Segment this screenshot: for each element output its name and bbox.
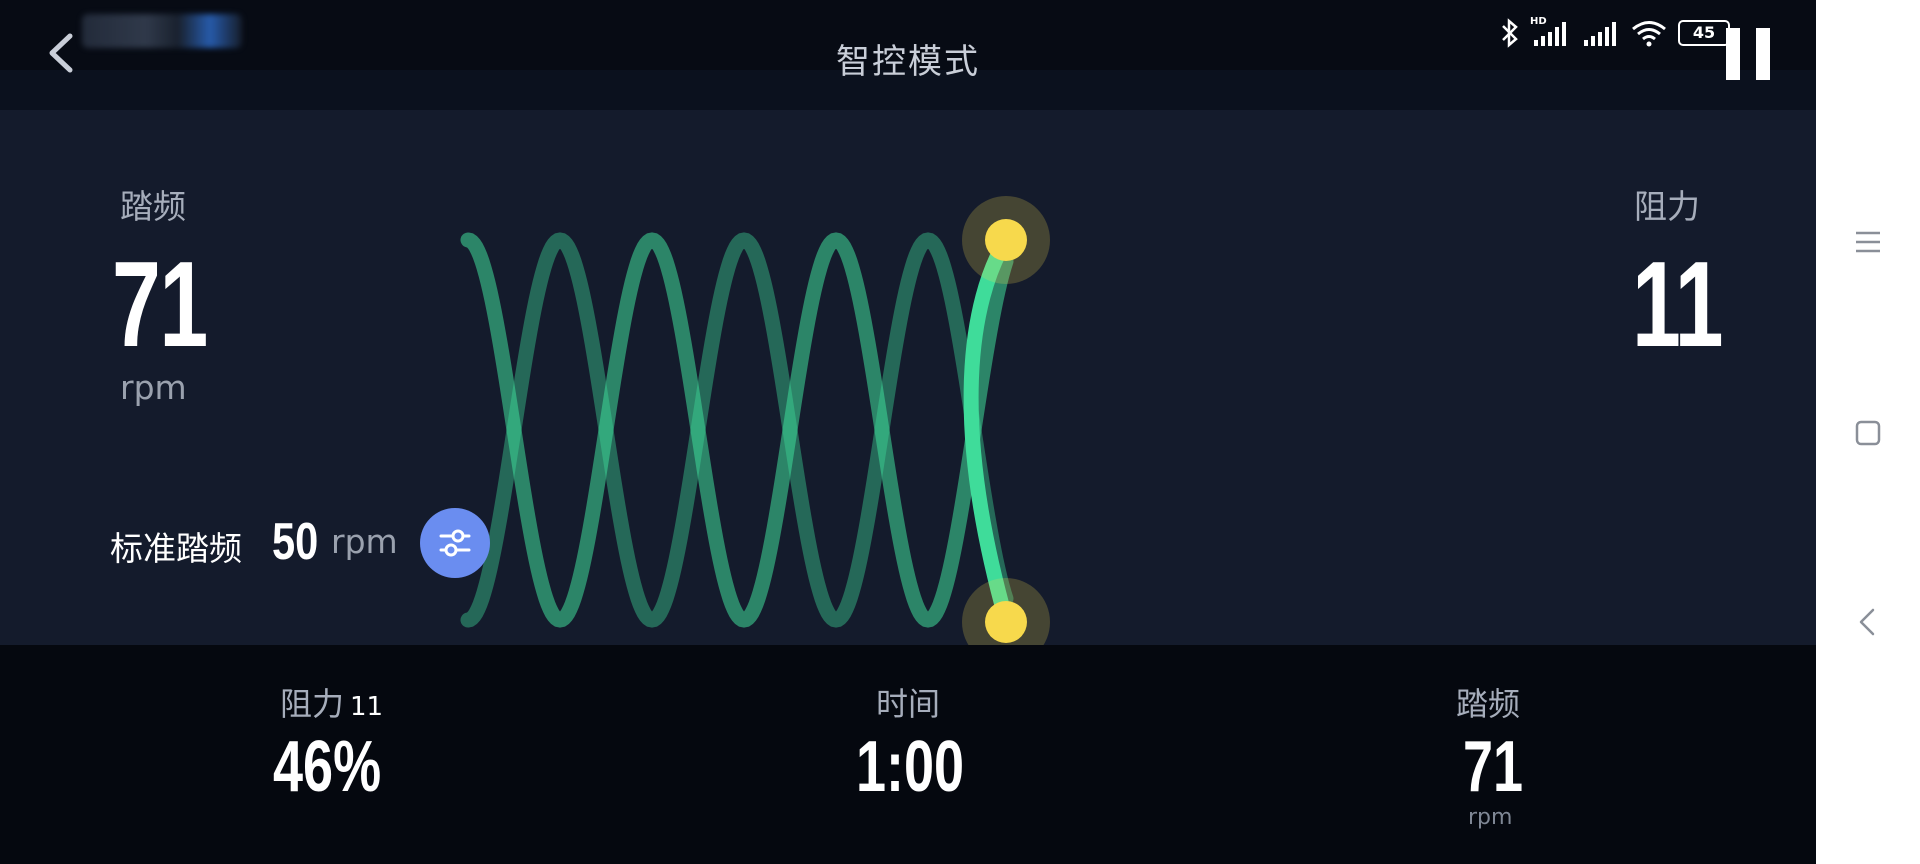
square-icon[interactable] xyxy=(1852,418,1884,448)
cadence-label: 踏频 xyxy=(120,187,186,226)
bottom-marker-dot xyxy=(985,601,1027,643)
sliders-icon xyxy=(439,529,471,557)
menu-icon[interactable] xyxy=(1852,228,1884,256)
bottom-time-label: 时间 xyxy=(876,685,941,723)
cadence-unit: rpm xyxy=(120,368,187,407)
bottom-stats: 阻力 11 46% 时间 1:00 踏频 71 rpm xyxy=(0,645,1816,864)
resistance-label: 阻力 xyxy=(1634,187,1700,226)
bottom-time-value: 1:00 xyxy=(856,727,965,807)
bottom-resistance-value: 46% xyxy=(273,727,382,807)
bottom-resistance-title: 阻力 xyxy=(280,685,345,723)
top-marker-dot xyxy=(985,219,1027,261)
helix-strand xyxy=(460,232,1014,628)
bottom-resistance-label: 阻力 11 xyxy=(280,679,383,725)
bottom-cadence-label: 踏频 xyxy=(1456,685,1521,723)
bottom-cadence-value: 71 xyxy=(1463,727,1524,807)
cadence-settings-button[interactable] xyxy=(420,508,490,578)
system-nav-bar xyxy=(1816,0,1920,864)
bottom-resistance-level: 11 xyxy=(350,692,384,722)
triangle-back-icon[interactable] xyxy=(1852,606,1884,638)
app-screen: 智控模式 HD 45 踏频 71 rpm 阻力 11 标准踏频 50 rpm 阻… xyxy=(0,0,1816,864)
standard-cadence-label: 标准踏频 xyxy=(110,529,242,568)
standard-cadence-value: 50 xyxy=(272,513,319,571)
standard-cadence-unit: rpm xyxy=(331,522,398,561)
bottom-cadence-unit: rpm xyxy=(1468,805,1513,830)
helix-strand xyxy=(460,232,1014,628)
resistance-value: 11 xyxy=(1632,236,1723,372)
cadence-value: 71 xyxy=(112,236,208,372)
